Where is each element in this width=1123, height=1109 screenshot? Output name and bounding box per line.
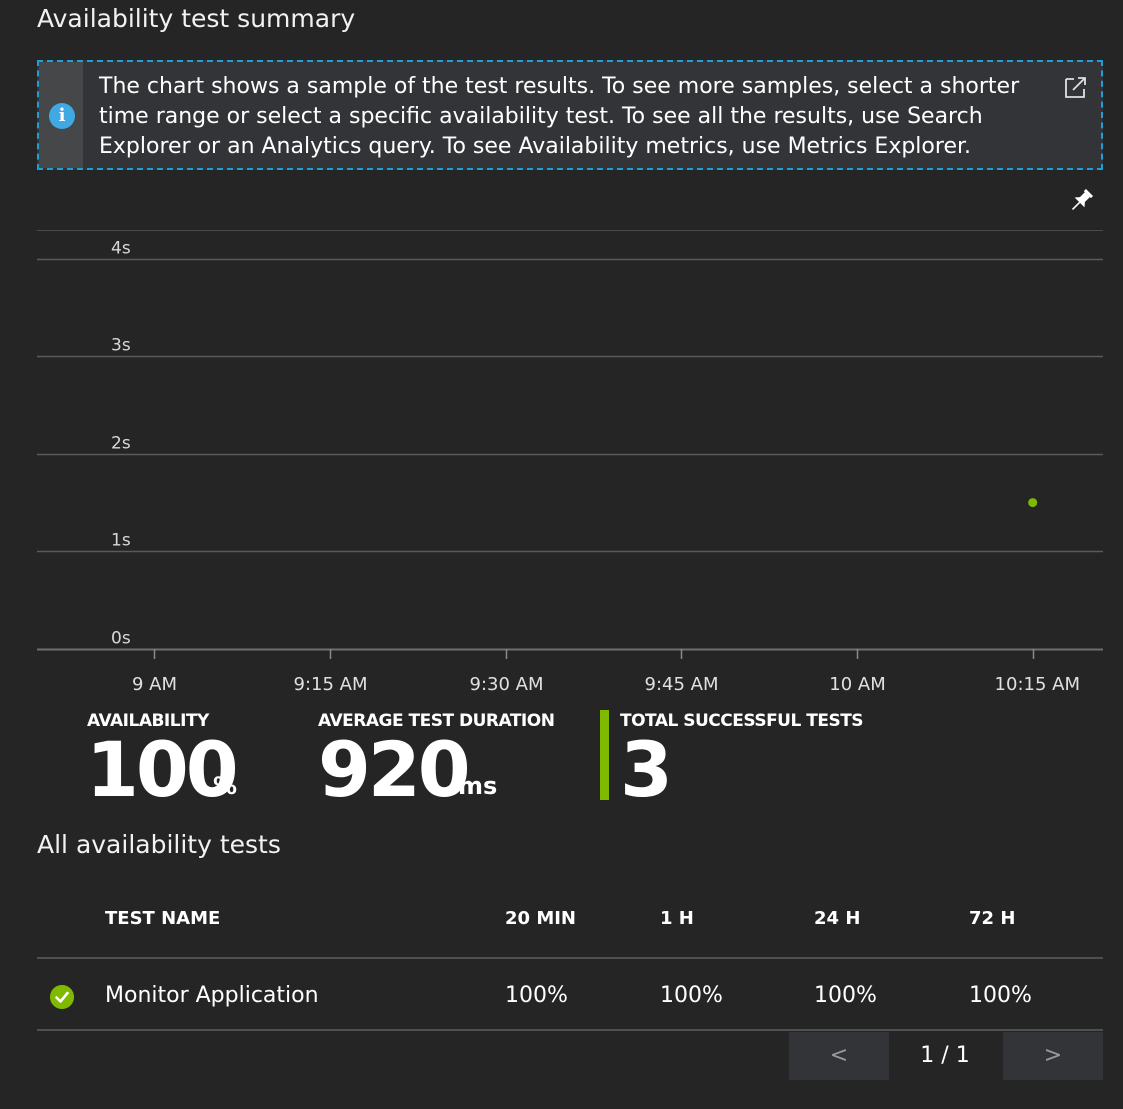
data-point bbox=[1028, 498, 1038, 508]
response-time-chart: 0s 1s 2s 3s 4s 9 AM 9:15 AM 9:30 AM 9:45 AM 10 AM… bbox=[37, 230, 1103, 695]
y-tick-label: 1s bbox=[111, 531, 131, 551]
y-tick-label: 0s bbox=[111, 629, 131, 649]
pager-next-button[interactable]: > bbox=[1003, 1032, 1103, 1080]
tests-title: All availability tests bbox=[37, 830, 281, 859]
x-tick-label: 10:15 AM bbox=[995, 674, 1080, 695]
y-tick-label: 4s bbox=[111, 239, 131, 259]
avg-duration-value: 920 bbox=[318, 725, 471, 814]
y-tick-label: 2s bbox=[111, 434, 131, 454]
y-tick-label: 3s bbox=[111, 336, 131, 356]
value-24-h-cell: 100% bbox=[814, 983, 877, 1008]
x-tick-label: 9:30 AM bbox=[470, 674, 544, 695]
check-circle-icon bbox=[50, 985, 74, 1009]
x-tick-label: 9 AM bbox=[132, 674, 177, 695]
column-header-1-h[interactable]: 1 H bbox=[660, 908, 694, 929]
value-1-h-cell: 100% bbox=[660, 983, 723, 1008]
successful-tests-accent-bar bbox=[600, 710, 609, 800]
column-header-24-h[interactable]: 24 H bbox=[814, 908, 860, 929]
x-tick-label: 10 AM bbox=[829, 674, 885, 695]
pager-label: 1 / 1 bbox=[920, 1043, 970, 1068]
value-20-min-cell: 100% bbox=[505, 983, 568, 1008]
availability-value: 100 bbox=[86, 725, 239, 814]
pager-previous-button[interactable]: < bbox=[789, 1032, 889, 1080]
availability-unit: % bbox=[213, 772, 238, 800]
x-tick-label: 9:45 AM bbox=[645, 674, 719, 695]
x-tick-label: 9:15 AM bbox=[294, 674, 368, 695]
test-name-cell[interactable]: Monitor Application bbox=[105, 983, 319, 1008]
value-72-h-cell: 100% bbox=[969, 983, 1032, 1008]
successful-tests-value: 3 bbox=[620, 725, 673, 814]
column-header-test-name[interactable]: TEST NAME bbox=[105, 908, 220, 929]
table-bottom-divider bbox=[37, 1029, 1103, 1031]
table-header-divider bbox=[37, 957, 1103, 959]
avg-duration-unit: ms bbox=[458, 772, 498, 800]
column-header-72-h[interactable]: 72 H bbox=[969, 908, 1015, 929]
column-header-20-min[interactable]: 20 MIN bbox=[505, 908, 576, 929]
availability-panel: Availability test summary i The chart sh… bbox=[0, 0, 1123, 1109]
